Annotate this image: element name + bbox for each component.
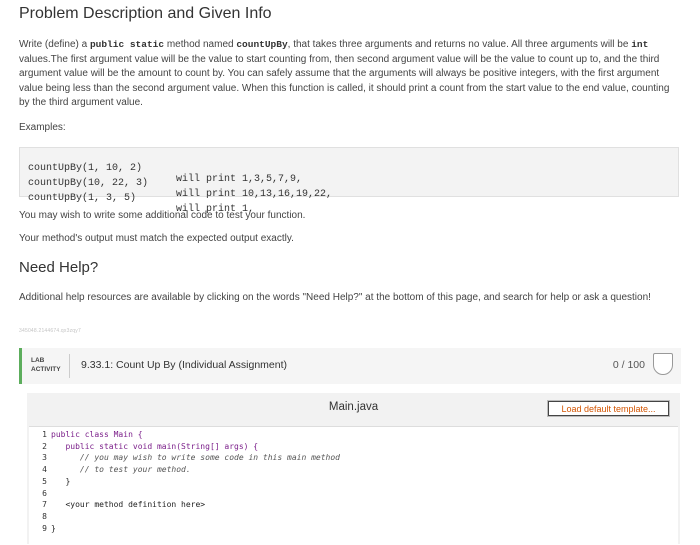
example-output: will print 1,3,5,7,9, [176,174,303,185]
line-number: 9 [42,523,47,533]
code-line: 9} [29,523,56,535]
code-line: 2 public static void main(String[] args)… [29,441,258,453]
line-number: 3 [42,453,47,463]
load-default-template-button[interactable]: Load default template... [548,401,669,416]
example-row: countUpBy(1, 10, 2) will print 1,3,5,7,9… [28,152,302,185]
inline-code-int: int [631,39,649,50]
line-number: 6 [42,488,47,498]
code-line: 4 // to test your method. [29,464,191,476]
code-text: // you may wish to write some code in th… [51,453,340,463]
help-text: Additional help resources are available … [19,292,651,303]
problem-description: Write (define) a public static method na… [19,38,681,111]
inline-code-public-static: public static [89,39,165,50]
desc-text-b: method named [164,39,237,50]
lab-tag-line2: ACTIVITY [31,366,61,373]
lab-title: 9.33.1: Count Up By (Individual Assignme… [81,359,288,371]
example-row: countUpBy(10, 22, 3) will print 10,13,16… [28,167,332,200]
code-text: } [51,476,71,486]
code-line: 6 [29,488,51,500]
completion-shield-icon [653,353,673,375]
code-text: <your method definition here> [51,500,206,510]
line-number: 8 [42,511,47,521]
lab-activity-header: LAB ACTIVITY 9.33.1: Count Up By (Indivi… [19,348,681,384]
desc-text-c: , that takes three arguments and returns… [287,39,632,50]
examples-block: countUpBy(1, 10, 2) will print 1,3,5,7,9… [19,147,679,215]
code-text: public static void main(String[] args) { [51,441,259,451]
code-line: 5 } [29,476,70,488]
line-number: 1 [42,430,47,439]
code-line: 7 <your method definition here> [29,499,205,511]
example-output: will print 10,13,16,19,22, [176,189,333,200]
code-line: 3 // you may wish to write some code in … [29,452,340,464]
code-line: 1 public class Main { [29,429,143,441]
code-line: 8 [29,511,51,523]
match-note: Your method's output must match the expe… [19,233,294,244]
page-title: Problem Description and Given Info [19,5,272,22]
lab-activity-tag: LAB ACTIVITY [31,356,61,374]
code-editor[interactable]: 1 public class Main { 2 public static voi… [29,426,678,545]
activity-id: 345048.2144674.qx3zqy7 [19,328,81,334]
code-text: public class Main { [51,430,143,439]
line-number: 5 [42,476,47,486]
code-text: // to test your method. [51,465,191,475]
desc-text-d: values.The first argument value will be … [19,53,670,109]
example-call: countUpBy(1, 3, 5) [28,193,137,204]
line-number: 7 [42,500,47,510]
code-editor-panel: Main.java Load default template... 1 publ… [27,393,680,545]
test-note: You may wish to write some additional co… [19,210,306,221]
desc-text-a: Write (define) a [19,39,90,50]
lab-score: 0 / 100 [612,359,645,371]
need-help-heading: Need Help? [19,259,99,276]
code-text: } [51,523,56,533]
inline-code-countupby: countUpBy [236,39,288,50]
lab-tag-line1: LAB [31,357,45,364]
line-number: 4 [42,465,47,475]
examples-label: Examples: [19,122,66,133]
lab-divider [69,354,70,378]
example-row: countUpBy(1, 3, 5) will print 1, [28,182,254,215]
line-number: 2 [42,441,47,451]
